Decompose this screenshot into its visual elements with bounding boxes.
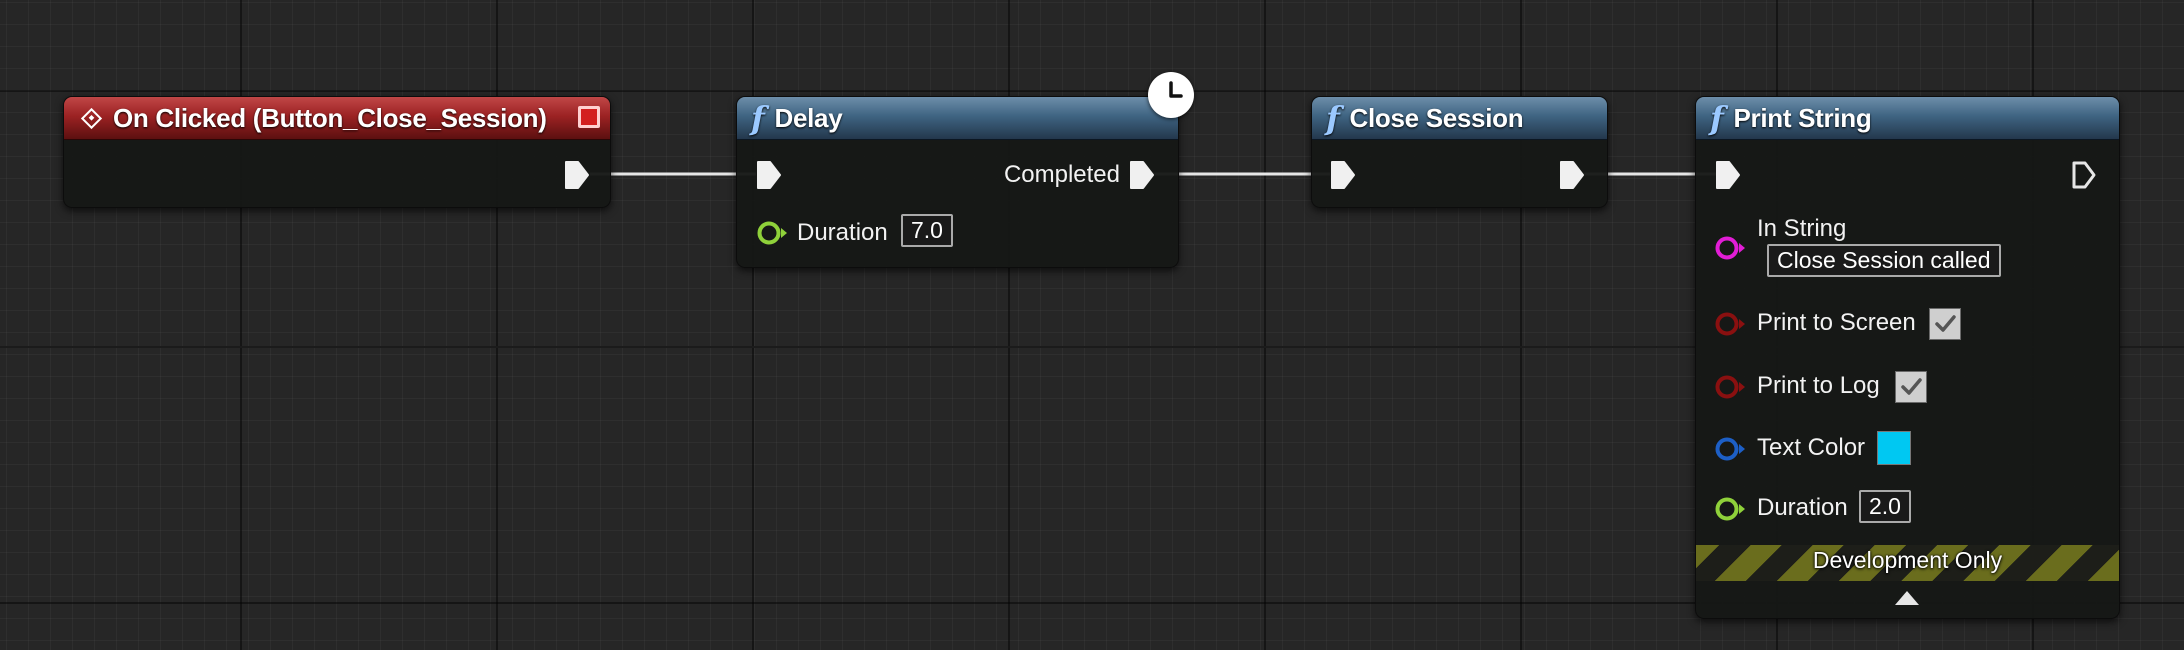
checkmark-icon xyxy=(1935,315,1956,332)
exec-output-pin[interactable] xyxy=(563,159,591,191)
duration-value-field[interactable]: 7.0 xyxy=(901,214,953,247)
duration-label: Duration xyxy=(1757,494,1848,521)
delegate-output-pin[interactable] xyxy=(578,106,600,128)
print-to-screen-checkbox[interactable] xyxy=(1929,308,1961,340)
development-only-label: Development Only xyxy=(1812,547,2003,573)
exec-output-pin[interactable] xyxy=(1558,159,1586,191)
text-color-label: Text Color xyxy=(1757,434,1866,461)
exec-input-pin[interactable] xyxy=(1329,159,1357,191)
duration-value-field[interactable]: 2.0 xyxy=(1859,490,1911,523)
in-string-pin[interactable] xyxy=(1713,233,1747,263)
text-color-pin[interactable] xyxy=(1713,434,1747,464)
on-clicked-node-header[interactable]: On Clicked (Button_Close_Session) xyxy=(64,97,610,140)
node-title: Print String xyxy=(1733,102,1872,133)
close-session-node[interactable]: f Close Session xyxy=(1311,96,1608,208)
print-to-log-label: Print to Log xyxy=(1757,372,1880,399)
delay-node[interactable]: f Delay Completed Duration 7.0 xyxy=(736,96,1179,268)
checkmark-icon xyxy=(1901,378,1922,395)
node-title: On Clicked (Button_Close_Session) xyxy=(113,102,547,133)
event-diamond-icon xyxy=(80,107,103,129)
exec-input-pin[interactable] xyxy=(755,159,783,191)
print-to-log-checkbox[interactable] xyxy=(1895,371,1927,403)
node-title: Delay xyxy=(774,102,843,133)
function-icon: f xyxy=(751,99,765,137)
delay-node-header[interactable]: f Delay xyxy=(737,97,1178,140)
print-to-log-pin[interactable] xyxy=(1713,372,1747,402)
print-string-node-header[interactable]: f Print String xyxy=(1696,97,2119,140)
on-clicked-event-node[interactable]: On Clicked (Button_Close_Session) xyxy=(63,96,611,208)
clock-icon xyxy=(1148,72,1194,118)
duration-float-pin[interactable] xyxy=(1713,494,1747,524)
exec-output-pin-unconnected[interactable] xyxy=(2070,159,2098,191)
clock-hands xyxy=(1169,81,1183,98)
print-to-screen-pin[interactable] xyxy=(1713,309,1747,339)
chevron-up-icon[interactable] xyxy=(1895,591,1919,605)
duration-label: Duration xyxy=(797,219,888,246)
close-session-node-header[interactable]: f Close Session xyxy=(1312,97,1607,140)
exec-input-pin[interactable] xyxy=(1714,159,1742,191)
completed-label: Completed xyxy=(1003,161,1120,188)
print-string-node[interactable]: f Print String In String Close Session c… xyxy=(1695,96,2120,619)
print-to-screen-label: Print to Screen xyxy=(1757,309,1916,336)
function-icon: f xyxy=(1326,99,1340,137)
text-color-swatch[interactable] xyxy=(1877,431,1911,465)
completed-exec-output-pin[interactable] xyxy=(1128,159,1156,191)
in-string-label: In String xyxy=(1757,215,1847,242)
duration-float-pin[interactable] xyxy=(755,218,789,248)
node-title: Close Session xyxy=(1349,102,1524,133)
function-icon: f xyxy=(1710,99,1724,137)
development-only-banner: Development Only xyxy=(1696,545,2119,581)
in-string-value-field[interactable]: Close Session called xyxy=(1767,244,2001,277)
